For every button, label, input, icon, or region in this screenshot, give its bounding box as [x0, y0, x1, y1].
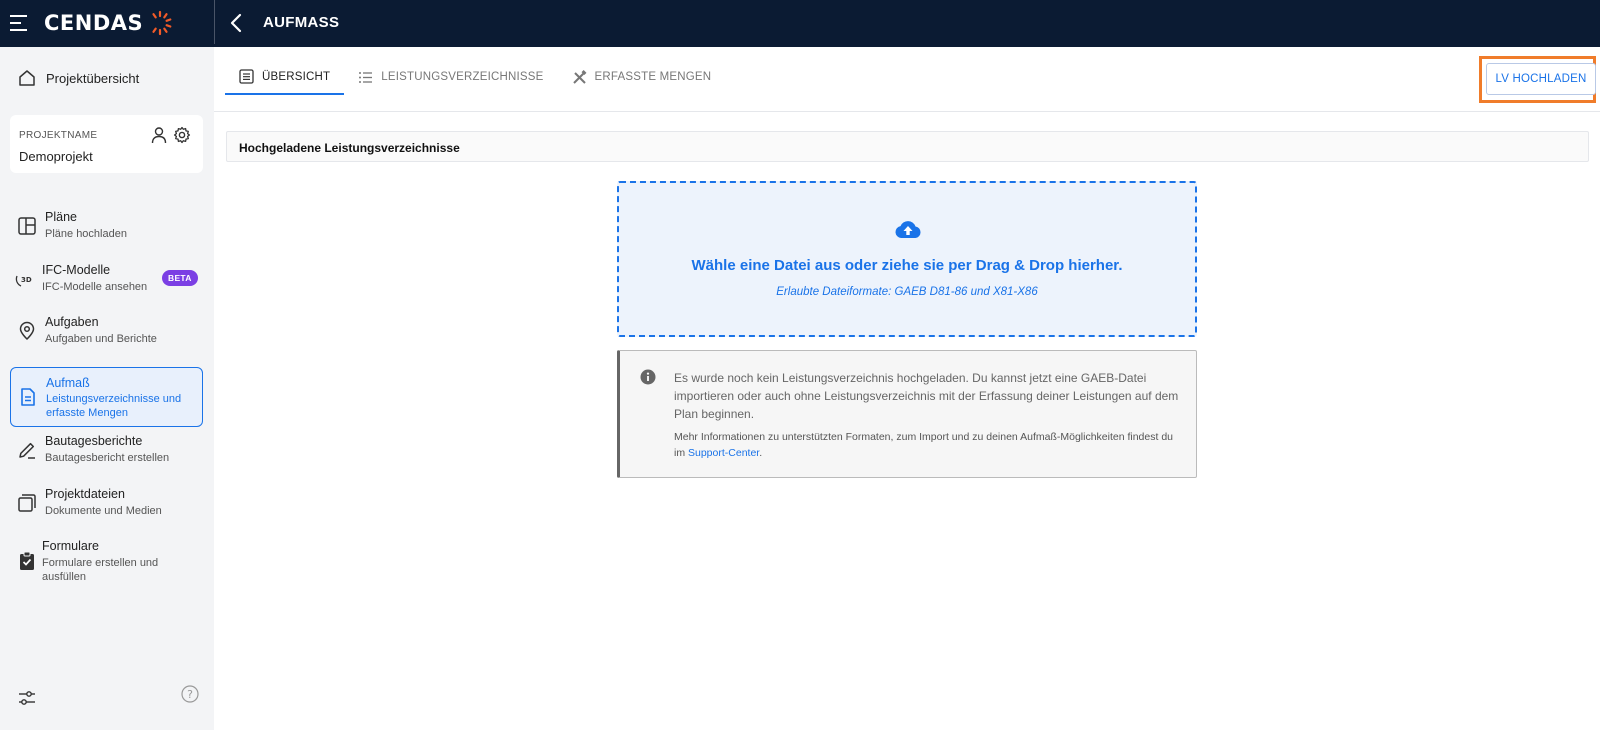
svg-text:3D: 3D	[21, 276, 32, 284]
page-title: AUFMASS	[263, 14, 340, 31]
sidebar-item-title: IFC-Modelle	[42, 263, 111, 277]
sidebar: Projektübersicht PROJEKTNAME Demoprojekt…	[0, 47, 214, 730]
sidebar-item-subtitle: Pläne hochladen	[45, 228, 127, 240]
svg-text:?: ?	[187, 688, 193, 701]
dropzone-title: Wähle eine Datei aus oder ziehe sie per …	[691, 257, 1123, 274]
list-box-icon	[239, 69, 254, 84]
sidebar-item-title: Formulare	[42, 539, 99, 553]
sidebar-item-label: Projektübersicht	[46, 70, 140, 86]
topbar-divider	[214, 0, 215, 44]
3d-model-icon: 3D	[15, 275, 32, 287]
plans-icon	[18, 217, 36, 235]
tab-label: LEISTUNGSVERZEICHNISSE	[381, 71, 544, 83]
tab-label: ÜBERSICHT	[262, 70, 331, 83]
tab-bills-of-quantities[interactable]: LEISTUNGSVERZEICHNISSE	[344, 60, 557, 94]
cloud-upload-icon	[895, 221, 921, 238]
sidebar-item-title: Aufgaben	[45, 315, 99, 329]
sidebar-item-subtitle: Bautagesbericht erstellen	[45, 452, 170, 464]
upload-lv-button[interactable]: LV HOCHLADEN	[1486, 63, 1596, 95]
sidebar-item-plans[interactable]: Pläne Pläne hochladen	[10, 210, 203, 244]
tab-label: ERFASSTE MENGEN	[594, 71, 712, 83]
sidebar-item-subtitle: Leistungsverzeichnisse und erfasste Meng…	[46, 393, 182, 419]
help-icon[interactable]: ?	[181, 685, 199, 703]
location-pin-icon	[19, 321, 35, 341]
tab-recorded-quantities[interactable]: ERFASSTE MENGEN	[558, 60, 726, 94]
files-icon	[18, 494, 36, 512]
dropzone-formats: Erlaubte Dateiformate: GAEB D81-86 und X…	[776, 286, 1038, 298]
info-box: Es wurde noch kein Leistungsverzeichnis …	[617, 350, 1197, 478]
support-center-link[interactable]: Support-Center	[688, 447, 759, 459]
sidebar-item-subtitle: Aufgaben und Berichte	[45, 333, 157, 345]
tab-bar: ÜBERSICHT LEISTUNGSVERZEICHNISSE ERFASST…	[225, 60, 725, 96]
sidebar-item-tasks[interactable]: Aufgaben Aufgaben und Berichte	[10, 315, 203, 349]
logo-sunburst-icon	[152, 10, 172, 36]
info-text: Es wurde noch kein Leistungsverzeichnis …	[674, 371, 1179, 421]
section-title: Hochgeladene Leistungsverzeichnisse	[239, 141, 460, 155]
sidebar-item-project-files[interactable]: Projektdateien Dokumente und Medien	[10, 487, 203, 521]
sidebar-item-title: Aufmaß	[46, 376, 90, 390]
menu-icon[interactable]	[10, 14, 30, 32]
project-card: PROJEKTNAME Demoprojekt	[10, 115, 203, 173]
user-icon[interactable]	[150, 126, 168, 144]
beta-badge: BETA	[162, 270, 198, 286]
sidebar-item-title: Bautagesberichte	[45, 434, 143, 448]
file-dropzone[interactable]: Wähle eine Datei aus oder ziehe sie per …	[617, 181, 1197, 337]
info-icon	[640, 369, 656, 385]
sidebar-item-subtitle: Dokumente und Medien	[45, 505, 162, 517]
sidebar-item-forms[interactable]: Formulare Formulare erstellen und ausfül…	[10, 539, 203, 587]
top-bar: CENDAS AUFMASS	[0, 0, 1600, 47]
clipboard-check-icon	[20, 551, 34, 570]
info-more-suffix: .	[759, 447, 763, 459]
sidebar-item-title: Pläne	[45, 210, 77, 224]
cendas-logo[interactable]: CENDAS	[44, 9, 173, 37]
sliders-icon[interactable]	[18, 689, 36, 707]
sidebar-item-measurement[interactable]: Aufmaß Leistungsverzeichnisse und erfass…	[10, 367, 203, 427]
list-icon	[359, 71, 373, 83]
sidebar-item-ifc-models[interactable]: 3D IFC-Modelle IFC-Modelle ansehen BETA	[10, 263, 203, 297]
back-arrow-icon[interactable]	[226, 11, 248, 35]
tools-icon	[572, 69, 586, 84]
pencil-icon	[19, 442, 35, 459]
project-label: PROJEKTNAME	[19, 130, 98, 141]
sidebar-item-title: Projektdateien	[45, 487, 125, 501]
home-icon	[19, 70, 35, 86]
document-icon	[21, 388, 35, 406]
logo-text: CENDAS	[44, 11, 144, 35]
tab-overview[interactable]: ÜBERSICHT	[225, 60, 345, 95]
sidebar-item-daily-reports[interactable]: Bautagesberichte Bautagesbericht erstell…	[10, 434, 203, 468]
info-more-text: Mehr Informationen zu unterstützten Form…	[674, 429, 1179, 461]
sidebar-item-project-overview[interactable]: Projektübersicht	[18, 69, 139, 87]
section-header: Hochgeladene Leistungsverzeichnisse	[226, 131, 1589, 162]
project-name: Demoprojekt	[19, 149, 93, 164]
tabs-divider	[214, 111, 1600, 112]
gear-icon[interactable]	[173, 126, 191, 144]
sidebar-item-subtitle: Formulare erstellen und ausfüllen	[42, 557, 159, 583]
